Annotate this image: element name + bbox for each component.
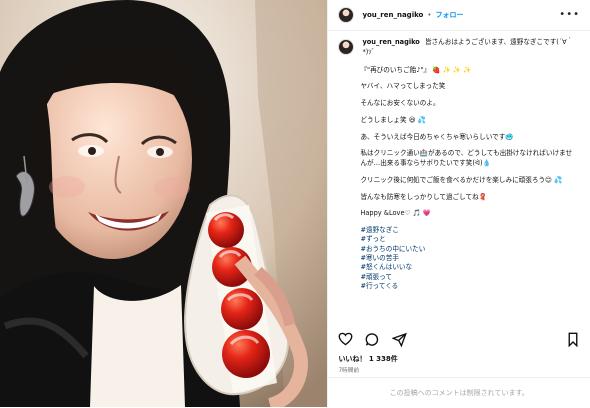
caption-line: 皆んなも防寒をしっかりして過ごしてね🧣: [360, 192, 487, 201]
post-caption: you_ren_nagiko 皆さんおはようございます、遠野なぎこです(´∀｀*…: [338, 38, 576, 292]
caption-line: 『"再びのいちご飴♪"』 🍓 ✨ ✨ ✨: [360, 65, 472, 74]
caption-line: あ、そういえば今日めちゃくちゃ寒いらしいです🥶: [360, 132, 514, 141]
caption-line: Happy &Love♡ 🎵 💗: [360, 209, 432, 218]
separator-dot: •: [427, 11, 432, 19]
hashtag-link[interactable]: #行ってくる: [360, 282, 576, 291]
likes-count[interactable]: いいね！ 1 338件: [338, 354, 397, 364]
caption-line: ヤバイ、ハマってしまった笑: [360, 82, 446, 91]
instagram-post-view: you_ren_nagiko • フォロー ••• you_ren_nagiko…: [0, 0, 590, 407]
post-side-panel: you_ren_nagiko • フォロー ••• you_ren_nagiko…: [327, 0, 590, 407]
comment-icon[interactable]: [365, 332, 380, 347]
caption-fade: [328, 307, 590, 321]
caption-line: そんなにお安くないのよ。: [360, 99, 440, 107]
comments-disabled-message: この投稿へのコメントは制限されています。: [328, 377, 590, 408]
post-photo-illustration: [0, 0, 328, 407]
caption-intro-block: you_ren_nagiko 皆さんおはようございます、遠野なぎこです(´∀｀*…: [362, 38, 574, 58]
post-timestamp[interactable]: 7時間前: [338, 365, 359, 374]
caption-first-line: you_ren_nagiko 皆さんおはようございます、遠野なぎこです(´∀｀*…: [338, 38, 576, 58]
caption-line: クリニック後に何処でご飯を食べるかだけを楽しみに頑張ろう😊 💦: [360, 175, 563, 184]
caption-username[interactable]: you_ren_nagiko: [362, 38, 419, 46]
post-header: you_ren_nagiko • フォロー •••: [328, 0, 590, 31]
bookmark-icon[interactable]: [566, 332, 580, 347]
hashtag-list: #遠野なぎこ #ずっと #おうちの中にいたい #寒いの苦手 #怒くんはいいな #…: [360, 226, 576, 292]
hashtag-link[interactable]: #おうちの中にいたい: [360, 245, 576, 254]
heart-icon[interactable]: [338, 332, 353, 346]
share-icon[interactable]: [392, 332, 408, 347]
hashtag-link[interactable]: #頑張って: [360, 273, 576, 282]
post-photo[interactable]: [0, 0, 328, 407]
caption-avatar[interactable]: [338, 39, 355, 55]
caption-line: 私はクリニック通い🏥があるので、どうしても出掛けなければいけませんが…出来る事な…: [360, 149, 573, 167]
hashtag-link[interactable]: #ずっと: [360, 235, 576, 244]
more-options-button[interactable]: •••: [559, 10, 580, 20]
hashtag-link[interactable]: #遠野なぎこ: [360, 226, 576, 235]
hashtag-link[interactable]: #怒くんはいいな: [360, 263, 576, 272]
follow-button[interactable]: フォロー: [436, 10, 464, 20]
caption-line: どうしましょ笑 😆 💦: [360, 115, 426, 124]
username[interactable]: you_ren_nagiko: [362, 11, 423, 19]
avatar[interactable]: [338, 7, 355, 23]
post-actions: [338, 330, 580, 348]
